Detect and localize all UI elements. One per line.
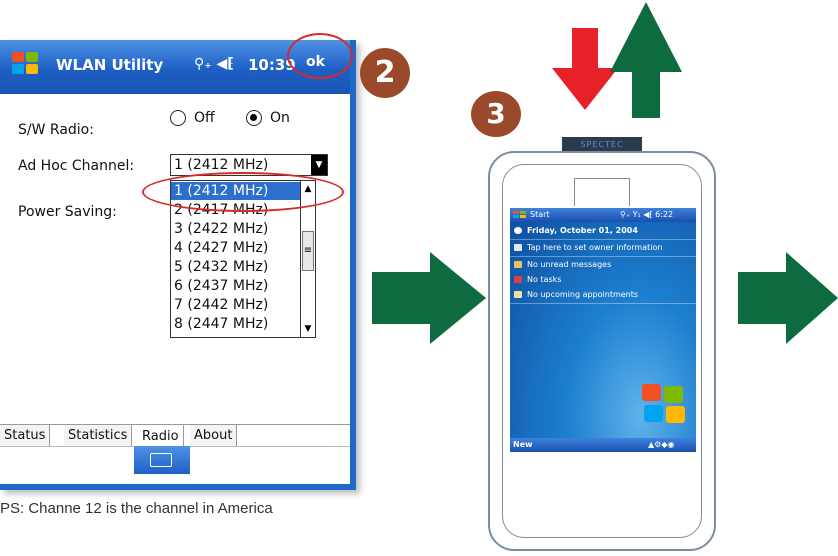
pda-status-icons[interactable]: ⚲₊ Y₁ ◀⁅ 6:22 xyxy=(620,208,673,222)
down-arrow-icon xyxy=(552,28,618,110)
pda-today-item[interactable]: No upcoming appointments xyxy=(514,290,638,299)
pda-today-item[interactable]: No unread messages xyxy=(514,260,611,269)
up-arrow-icon xyxy=(610,2,682,118)
pda-today-item[interactable]: Friday, October 01, 2004 xyxy=(514,226,638,235)
pda-softkey-bar: New ▲⚙◆◉ xyxy=(510,438,696,452)
pda-start-label[interactable]: Start xyxy=(530,208,550,222)
right-arrow-icon xyxy=(372,252,486,344)
pda-new-softkey[interactable]: New xyxy=(513,438,533,452)
pda-tray-icons[interactable]: ▲⚙◆◉ xyxy=(648,438,674,452)
pda-title-bar: Start ⚲₊ Y₁ ◀⁅ 6:22 xyxy=(510,208,696,222)
right-arrow-icon xyxy=(738,252,838,344)
pda-today-item[interactable]: Tap here to set owner information xyxy=(514,243,662,252)
pda-card-slot xyxy=(574,178,630,206)
pda-today-screen: Start ⚲₊ Y₁ ◀⁅ 6:22 Friday, October 01, … xyxy=(510,208,696,452)
windows-logo-icon xyxy=(642,384,686,424)
pda-today-item[interactable]: No tasks xyxy=(514,275,561,284)
